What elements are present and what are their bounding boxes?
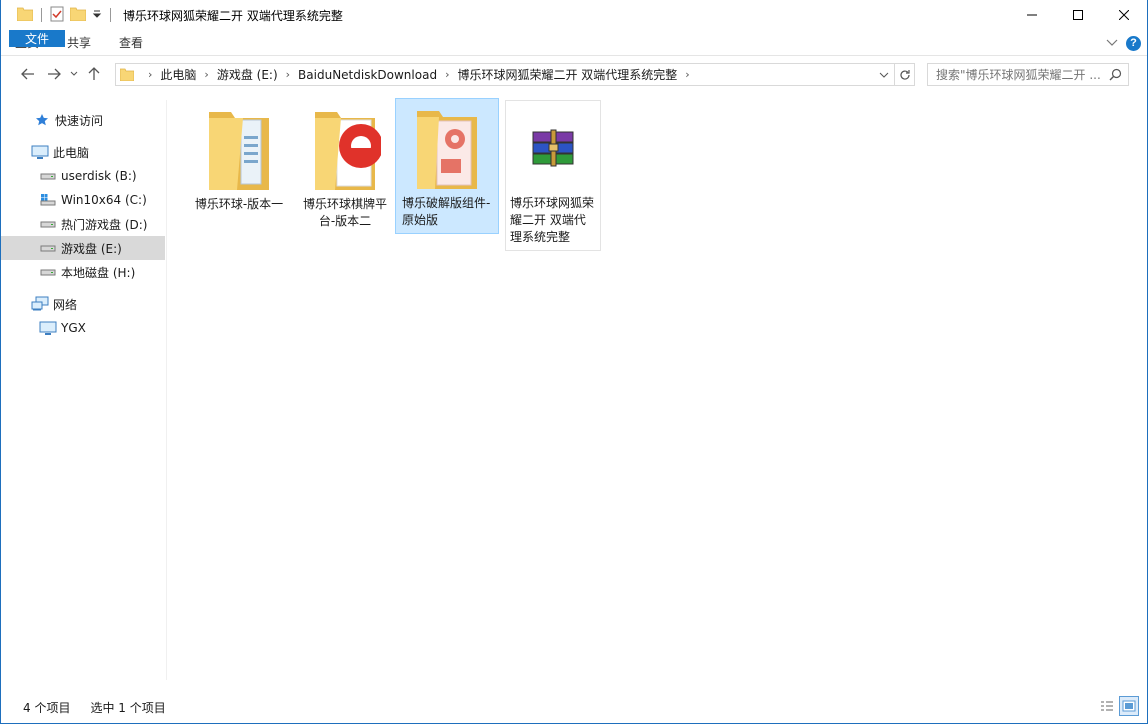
sidebar-item-quick-access[interactable]: 快速访问	[1, 108, 165, 132]
ribbon-right: ?	[1106, 30, 1141, 56]
breadcrumb-current-folder[interactable]: 博乐环球网狐荣耀二开 双端代理系统完整	[457, 66, 677, 83]
computer-icon	[39, 320, 57, 336]
address-bar-actions	[874, 64, 914, 85]
sidebar-item-label: 本地磁盘 (H:)	[61, 265, 136, 280]
chevron-right-icon[interactable]: ›	[677, 68, 697, 81]
sidebar-item-label: 热门游戏盘 (D:)	[61, 217, 148, 232]
sidebar-item-label: YGX	[61, 321, 86, 335]
sidebar-item-label: 网络	[53, 297, 78, 312]
properties-icon[interactable]	[50, 6, 64, 25]
sidebar-item-label: Win10x64 (C:)	[61, 193, 147, 207]
separator	[41, 8, 42, 22]
sidebar-item-drive-h[interactable]: 本地磁盘 (H:)	[1, 260, 165, 284]
search-icon[interactable]	[1109, 68, 1122, 84]
file-item[interactable]: 博乐环球网狐荣耀二开 双端代理系统完整	[505, 100, 601, 251]
breadcrumb-baidu-download[interactable]: BaiduNetdiskDownload	[298, 68, 437, 82]
view-toggles	[1097, 696, 1139, 716]
refresh-button[interactable]	[894, 64, 914, 85]
star-icon	[33, 112, 51, 128]
tab-view[interactable]: 查看	[105, 30, 157, 55]
folder-icon	[399, 99, 495, 195]
sidebar-item-label: 快速访问	[55, 113, 104, 128]
expand-ribbon-icon[interactable]	[1106, 36, 1118, 50]
folder-icon	[297, 100, 393, 196]
sidebar-item-label: 游戏盘 (E:)	[61, 241, 122, 256]
drive-icon	[39, 264, 57, 280]
back-button[interactable]	[15, 61, 41, 87]
new-folder-icon[interactable]	[69, 7, 87, 24]
navigation-pane: 快速访问 此电脑 userdisk (B:) Win10x64 (C:) 热门游	[1, 100, 167, 680]
large-icons-view-button[interactable]	[1119, 696, 1139, 716]
navigation-bar: › 此电脑 › 游戏盘 (E:) › BaiduNetdiskDownload …	[1, 56, 1147, 92]
windows-drive-icon	[39, 192, 57, 208]
folder-icon	[191, 100, 287, 196]
chevron-right-icon[interactable]: ›	[278, 68, 298, 81]
search-box[interactable]	[927, 63, 1129, 86]
file-item[interactable]: 博乐环球棋牌平台-版本二	[293, 100, 397, 234]
quick-access-toolbar	[1, 0, 113, 30]
drive-icon	[39, 168, 57, 184]
file-name: 博乐环球棋牌平台-版本二	[302, 197, 387, 228]
forward-button[interactable]	[41, 61, 67, 87]
details-view-button[interactable]	[1097, 696, 1117, 716]
breadcrumb-this-pc[interactable]: 此电脑	[160, 66, 196, 83]
folder-icon	[16, 7, 34, 24]
selection-count: 选中 1 个项目	[90, 700, 166, 715]
sidebar-item-this-pc[interactable]: 此电脑	[1, 140, 165, 164]
sidebar-item-label: 此电脑	[53, 145, 90, 160]
separator	[110, 8, 111, 22]
item-count: 4 个项目	[23, 700, 71, 715]
network-icon	[31, 296, 49, 312]
window-title: 博乐环球网狐荣耀二开 双端代理系统完整	[123, 8, 343, 23]
breadcrumb: › 此电脑 › 游戏盘 (E:) › BaiduNetdiskDownload …	[140, 64, 874, 85]
help-icon[interactable]: ?	[1126, 35, 1141, 51]
recent-locations-button[interactable]	[67, 61, 81, 87]
status-bar: 4 个项目 选中 1 个项目	[1, 692, 1147, 722]
computer-icon	[31, 144, 49, 160]
drive-icon	[39, 216, 57, 232]
drive-icon	[39, 240, 57, 256]
sidebar-item-drive-d[interactable]: 热门游戏盘 (D:)	[1, 212, 165, 236]
close-button[interactable]	[1101, 0, 1147, 30]
chevron-right-icon[interactable]: ›	[196, 68, 216, 81]
file-list: 博乐环球-版本一 博乐环球棋牌平台-版本二 博乐破解版组件-原始版 博乐环球网狐…	[169, 92, 1139, 692]
archive-icon	[506, 101, 600, 195]
sidebar-item-drive-b[interactable]: userdisk (B:)	[1, 164, 165, 188]
file-name: 博乐环球-版本一	[194, 197, 284, 211]
file-item-selected[interactable]: 博乐破解版组件-原始版	[395, 98, 499, 234]
file-name: 博乐环球网狐荣耀二开 双端代理系统完整	[510, 196, 595, 244]
folder-icon	[116, 68, 140, 81]
up-button[interactable]	[81, 61, 107, 87]
sidebar-item-label: userdisk (B:)	[61, 169, 137, 183]
address-history-dropdown[interactable]	[874, 72, 894, 78]
search-input[interactable]	[936, 67, 1106, 82]
sidebar-item-drive-c[interactable]: Win10x64 (C:)	[1, 188, 165, 212]
explorer-window: 博乐环球网狐荣耀二开 双端代理系统完整 文件 主页 共享 查看 ?	[0, 0, 1148, 724]
breadcrumb-drive-e[interactable]: 游戏盘 (E:)	[217, 66, 278, 83]
sidebar-item-ygx[interactable]: YGX	[1, 316, 165, 340]
sidebar-item-network[interactable]: 网络	[1, 292, 165, 316]
title-bar: 博乐环球网狐荣耀二开 双端代理系统完整	[1, 0, 1147, 30]
file-name: 博乐破解版组件-原始版	[402, 196, 491, 227]
sidebar-item-drive-e[interactable]: 游戏盘 (E:)	[1, 236, 165, 260]
address-bar[interactable]: › 此电脑 › 游戏盘 (E:) › BaiduNetdiskDownload …	[115, 63, 915, 86]
chevron-right-icon[interactable]: ›	[437, 68, 457, 81]
chevron-right-icon[interactable]: ›	[140, 68, 160, 81]
window-controls	[1009, 0, 1147, 30]
file-item[interactable]: 博乐环球-版本一	[187, 100, 291, 217]
minimize-button[interactable]	[1009, 0, 1055, 30]
maximize-button[interactable]	[1055, 0, 1101, 30]
customize-dropdown-icon[interactable]	[92, 8, 102, 22]
ribbon-tabs: 文件 主页 共享 查看 ?	[1, 30, 1147, 56]
tab-file[interactable]: 文件	[9, 30, 65, 47]
vertical-scrollbar[interactable]	[1137, 92, 1147, 692]
